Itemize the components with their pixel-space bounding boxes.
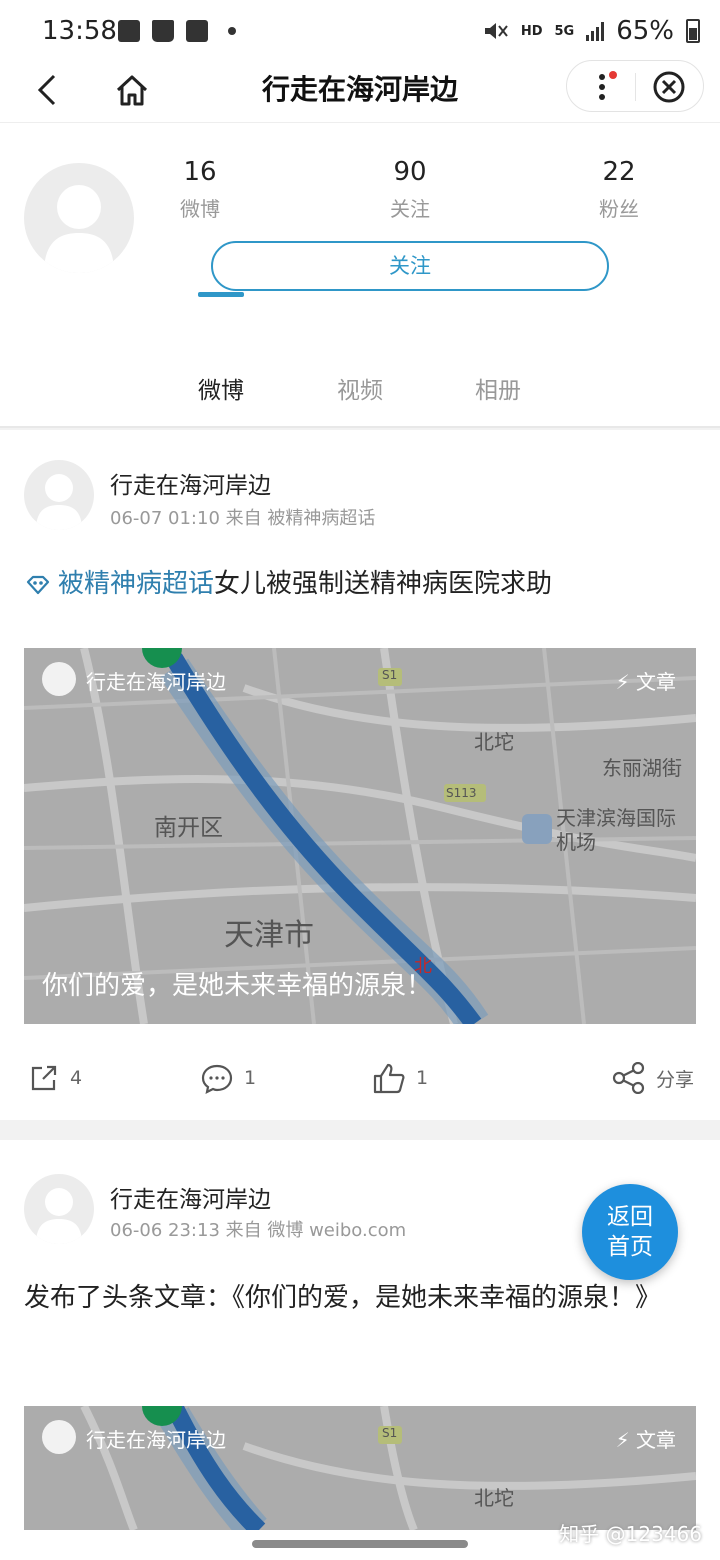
nav-bar: 行走在海河岸边 bbox=[0, 60, 720, 122]
active-tab-indicator bbox=[198, 292, 244, 297]
card-tag-label: 文章 bbox=[636, 670, 676, 694]
map-label: 北坨 bbox=[474, 730, 514, 754]
stat-followers[interactable]: 22 粉丝 bbox=[559, 157, 679, 222]
mini-program-capsule bbox=[566, 60, 704, 112]
card-tag-label: 文章 bbox=[636, 1428, 676, 1452]
post-text[interactable]: 被精神病超话女儿被强制送精神病医院求助 bbox=[24, 562, 696, 606]
post-meta: 06-07 01:10 来自 被精神病超话 bbox=[110, 508, 376, 529]
card-caption: 你们的爱，是她未来幸福的源泉！ bbox=[42, 971, 433, 1001]
default-avatar-icon bbox=[36, 474, 82, 530]
tabs-divider bbox=[0, 426, 720, 428]
map-shield-label: S113 bbox=[446, 786, 477, 800]
hd-indicator: HD bbox=[520, 23, 543, 39]
share-label: 分享 bbox=[656, 1068, 695, 1091]
stat-followers-label: 粉丝 bbox=[599, 197, 639, 221]
more-button[interactable] bbox=[589, 69, 619, 105]
super-topic-icon bbox=[26, 575, 50, 594]
tab-weibo[interactable]: 微博 bbox=[171, 371, 271, 405]
post-avatar[interactable] bbox=[24, 460, 94, 530]
map-label: 东丽湖街 bbox=[602, 756, 682, 780]
like-count: 1 bbox=[416, 1067, 429, 1089]
gesture-bar[interactable] bbox=[252, 1540, 468, 1548]
watermark: 知乎 @123466 bbox=[559, 1522, 702, 1546]
post-text[interactable]: 发布了头条文章：《你们的爱，是她未来幸福的源泉！》 bbox=[24, 1276, 696, 1320]
post-author[interactable]: 行走在海河岸边 bbox=[110, 1180, 271, 1214]
stat-following[interactable]: 90 关注 bbox=[350, 157, 470, 222]
like-button[interactable]: 1 bbox=[372, 1062, 428, 1094]
back-home-line2: 首页 bbox=[607, 1234, 653, 1260]
notification-icons bbox=[118, 20, 236, 42]
post-avatar[interactable] bbox=[24, 1174, 94, 1244]
back-home-button[interactable]: 返回 首页 bbox=[582, 1184, 678, 1280]
profile-tabs: 微博 视频 相册 bbox=[0, 363, 720, 429]
share-icon bbox=[612, 1062, 645, 1094]
back-home-line1: 返回 bbox=[607, 1204, 653, 1230]
stat-following-label: 关注 bbox=[390, 197, 430, 221]
card-tag: ⚡ 文章 bbox=[616, 666, 676, 695]
post-author[interactable]: 行走在海河岸边 bbox=[110, 466, 271, 500]
map-label: 天津滨海国际机场 bbox=[556, 806, 676, 854]
post-actions: 4 1 1 分享 bbox=[0, 1050, 720, 1110]
repost-icon bbox=[31, 1065, 57, 1091]
status-time: 13:58 bbox=[42, 16, 117, 46]
network-indicator: 5G bbox=[554, 23, 575, 39]
map-shield-label: S1 bbox=[382, 1426, 398, 1440]
profile-header: 16 微博 90 关注 22 粉丝 关注 微博 视频 相册 bbox=[0, 122, 720, 428]
map-label: 南开区 bbox=[154, 815, 223, 841]
signal-icon bbox=[586, 21, 605, 41]
map-label: 天津市 bbox=[224, 918, 314, 953]
article-card[interactable]: 北坨 S1 行走在海河岸边 ⚡ 文章 bbox=[24, 1406, 696, 1530]
default-avatar-icon bbox=[36, 1188, 82, 1244]
lightning-icon: ⚡ bbox=[615, 670, 630, 694]
more-dots-icon bbox=[599, 71, 617, 100]
card-author: 行走在海河岸边 bbox=[86, 670, 226, 694]
battery-percent: 65% bbox=[616, 16, 674, 46]
stat-followers-count: 22 bbox=[602, 157, 636, 187]
card-avatar bbox=[42, 1420, 76, 1454]
article-card[interactable]: 北坨 东丽湖街 天津滨海国际机场 南开区 天津市 S1 S113 北 行走在海河… bbox=[24, 648, 696, 1024]
lightning-icon: ⚡ bbox=[615, 1428, 630, 1452]
stat-posts-count: 16 bbox=[183, 157, 217, 187]
comment-button[interactable]: 1 bbox=[200, 1062, 256, 1094]
comment-icon bbox=[201, 1064, 233, 1094]
tab-video[interactable]: 视频 bbox=[310, 371, 410, 405]
image-icon bbox=[118, 20, 140, 42]
close-circle-icon bbox=[653, 71, 685, 103]
mute-icon bbox=[484, 23, 508, 39]
profile-avatar[interactable] bbox=[24, 163, 134, 273]
post-separator bbox=[0, 1120, 720, 1140]
share-button[interactable]: 分享 bbox=[612, 1062, 694, 1094]
repost-count: 4 bbox=[70, 1067, 83, 1089]
stat-posts[interactable]: 16 微博 bbox=[140, 157, 260, 222]
card-tag: ⚡ 文章 bbox=[616, 1424, 676, 1453]
tab-album[interactable]: 相册 bbox=[448, 371, 548, 405]
map-shield-label: S1 bbox=[382, 668, 398, 682]
thumbs-up-icon bbox=[373, 1063, 405, 1094]
stat-posts-label: 微博 bbox=[180, 197, 220, 221]
post-body-text: 女儿被强制送精神病医院求助 bbox=[214, 569, 553, 599]
card-avatar bbox=[42, 662, 76, 696]
follow-button[interactable]: 关注 bbox=[211, 241, 609, 291]
close-button[interactable] bbox=[651, 69, 687, 105]
status-bar: 13:58 HD 5G 65% bbox=[0, 0, 720, 62]
comment-count: 1 bbox=[244, 1067, 257, 1089]
default-avatar-icon bbox=[44, 185, 114, 273]
capsule-divider bbox=[635, 73, 636, 101]
battery-icon bbox=[686, 19, 700, 43]
stat-following-count: 90 bbox=[393, 157, 427, 187]
topic-link[interactable]: 被精神病超话 bbox=[58, 569, 214, 599]
system-icons: HD 5G 65% bbox=[483, 16, 700, 46]
checkbox-icon bbox=[186, 20, 208, 42]
post-card: 行走在海河岸边 06-07 01:10 来自 被精神病超话 被精神病超话女儿被强… bbox=[0, 430, 720, 1120]
card-author: 行走在海河岸边 bbox=[86, 1428, 226, 1452]
shopping-bag-icon bbox=[152, 20, 174, 42]
more-notifications-dot-icon bbox=[228, 27, 236, 35]
post-meta: 06-06 23:13 来自 微博 weibo.com bbox=[110, 1220, 407, 1241]
repost-button[interactable]: 4 bbox=[28, 1062, 82, 1094]
map-label: 北坨 bbox=[474, 1486, 514, 1510]
